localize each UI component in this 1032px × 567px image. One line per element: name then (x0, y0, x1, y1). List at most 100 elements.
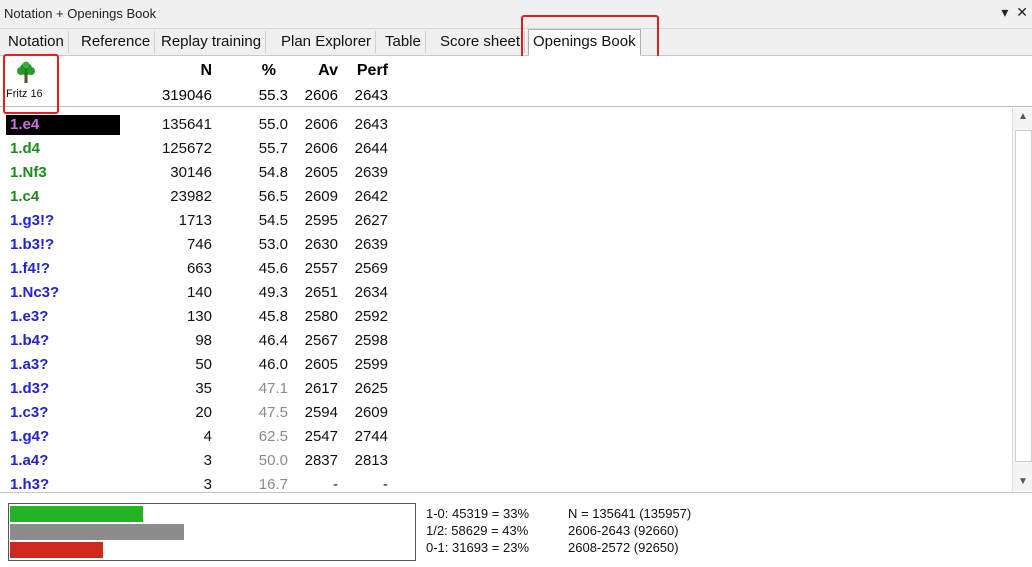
column-header-av[interactable]: Av (288, 62, 338, 80)
scrollbar-thumb[interactable] (1015, 130, 1032, 462)
move-row[interactable]: 1.Nc3? 140 49.3 2651 2634 (0, 281, 1012, 305)
move-notation[interactable]: 1.h3? (6, 475, 120, 491)
move-row[interactable]: 1.c3? 20 47.5 2594 2609 (0, 401, 1012, 425)
move-performance: 2598 (354, 332, 388, 349)
move-games-count: 125672 (161, 140, 212, 157)
move-score-pct: 56.5 (258, 188, 288, 205)
move-notation[interactable]: 1.g3!? (6, 211, 120, 231)
move-notation[interactable]: 1.e4 (6, 115, 120, 135)
column-header-perf[interactable]: Perf (342, 62, 388, 80)
move-performance: 2644 (354, 140, 388, 157)
move-performance: 2813 (354, 452, 388, 469)
move-notation[interactable]: 1.e3? (6, 307, 120, 327)
column-header-pct[interactable]: % (220, 62, 276, 80)
close-icon[interactable]: ✕ (1016, 4, 1028, 20)
move-notation[interactable]: 1.b4? (6, 331, 120, 351)
vertical-scrollbar[interactable]: ▲ ▼ (1012, 108, 1032, 491)
move-notation[interactable]: 1.d4 (6, 139, 120, 159)
move-performance: 2569 (354, 260, 388, 277)
results-panel: 1-0: 45319 = 33% 1/2: 58629 = 43% 0-1: 3… (0, 492, 1032, 567)
move-games-count: 98 (195, 332, 212, 349)
move-avg-elo: 2605 (304, 356, 338, 373)
move-performance: 2634 (354, 284, 388, 301)
move-avg-elo: 2630 (304, 236, 338, 253)
column-header-n[interactable]: N (120, 62, 212, 80)
move-row[interactable]: 1.b4? 98 46.4 2567 2598 (0, 329, 1012, 353)
move-notation[interactable]: 1.a3? (6, 355, 120, 375)
scroll-up-arrow-icon[interactable]: ▲ (1013, 108, 1032, 126)
move-score-pct: 47.1 (258, 380, 288, 397)
move-notation[interactable]: 1.f4!? (6, 259, 120, 279)
move-notation[interactable]: 1.b3!? (6, 235, 120, 255)
move-row[interactable]: 1.a4? 3 50.0 2837 2813 (0, 449, 1012, 473)
move-avg-elo: 2609 (304, 188, 338, 205)
move-games-count: 35 (195, 380, 212, 397)
move-avg-elo: 2557 (304, 260, 338, 277)
white-wins-text: 1-0: 45319 = 33% (426, 506, 529, 521)
white-wins-bar (10, 506, 143, 522)
move-avg-elo: 2605 (304, 164, 338, 181)
tab-reference[interactable]: Reference (77, 31, 156, 53)
move-row[interactable]: 1.a3? 50 46.0 2605 2599 (0, 353, 1012, 377)
move-score-pct: 16.7 (258, 476, 288, 491)
move-score-pct: 49.3 (258, 284, 288, 301)
move-row[interactable]: 1.b3!? 746 53.0 2630 2639 (0, 233, 1012, 257)
move-row[interactable]: 1.d4 125672 55.7 2606 2644 (0, 137, 1012, 161)
total-perf: 2643 (354, 87, 388, 104)
move-performance: 2642 (354, 188, 388, 205)
move-notation[interactable]: 1.g4? (6, 427, 120, 447)
move-row[interactable]: 1.d3? 35 47.1 2617 2625 (0, 377, 1012, 401)
draws-bar (10, 524, 184, 540)
window-title-bar: Notation + Openings Book ▾ ✕ (0, 0, 1032, 29)
move-score-pct: 46.0 (258, 356, 288, 373)
move-row[interactable]: 1.h3? 3 16.7 - - (0, 473, 1012, 491)
pane-menu-icon[interactable]: ▾ (1001, 4, 1008, 20)
total-av: 2606 (304, 87, 338, 104)
move-score-pct: 45.8 (258, 308, 288, 325)
move-notation[interactable]: 1.Nf3 (6, 163, 120, 183)
black-wins-bar (10, 542, 103, 558)
move-performance: 2744 (354, 428, 388, 445)
results-lines: 1-0: 45319 = 33% 1/2: 58629 = 43% 0-1: 3… (426, 505, 529, 556)
move-avg-elo: 2580 (304, 308, 338, 325)
move-games-count: 20 (195, 404, 212, 421)
move-games-count: 1713 (178, 212, 212, 229)
move-games-count: 50 (195, 356, 212, 373)
move-performance: 2639 (354, 164, 388, 181)
highlight-box-fritz16 (3, 54, 59, 114)
move-performance: 2625 (354, 380, 388, 397)
total-pct: 55.3 (258, 87, 288, 104)
move-notation[interactable]: 1.a4? (6, 451, 120, 471)
tab-score-sheet[interactable]: Score sheet (436, 31, 526, 53)
move-games-count: 4 (203, 428, 212, 445)
move-row[interactable]: 1.Nf3 30146 54.8 2605 2639 (0, 161, 1012, 185)
move-row[interactable]: 1.f4!? 663 45.6 2557 2569 (0, 257, 1012, 281)
move-row[interactable]: 1.c4 23982 56.5 2609 2642 (0, 185, 1012, 209)
move-row[interactable]: 1.e3? 130 45.8 2580 2592 (0, 305, 1012, 329)
move-notation[interactable]: 1.c4 (6, 187, 120, 207)
scroll-down-arrow-icon[interactable]: ▼ (1013, 473, 1032, 491)
move-notation[interactable]: 1.c3? (6, 403, 120, 423)
move-games-count: 746 (186, 236, 212, 253)
move-games-count: 30146 (170, 164, 212, 181)
move-games-count: 3 (203, 476, 212, 491)
tab-notation[interactable]: Notation (4, 31, 69, 53)
move-row[interactable]: 1.g4? 4 62.5 2547 2744 (0, 425, 1012, 449)
move-performance: - (383, 476, 388, 491)
total-n: 319046 (161, 87, 212, 104)
move-notation[interactable]: 1.Nc3? (6, 283, 120, 303)
moves-list: 1.e4 135641 55.0 2606 2643 1.d4 125672 55.7 260… (0, 108, 1012, 491)
move-notation[interactable]: 1.d3? (6, 379, 120, 399)
move-games-count: 663 (186, 260, 212, 277)
move-score-pct: 53.0 (258, 236, 288, 253)
tab-table[interactable]: Table (381, 31, 426, 53)
move-row[interactable]: 1.g3!? 1713 54.5 2595 2627 (0, 209, 1012, 233)
move-performance: 2599 (354, 356, 388, 373)
window-controls: ▾ ✕ (997, 4, 1028, 21)
tab-replay-training[interactable]: Replay training (157, 31, 267, 53)
move-games-count: 130 (186, 308, 212, 325)
tab-plan-explorer[interactable]: Plan Explorer (277, 31, 377, 53)
move-row[interactable]: 1.e4 135641 55.0 2606 2643 (0, 113, 1012, 137)
move-performance: 2643 (354, 116, 388, 133)
move-games-count: 135641 (161, 116, 212, 133)
